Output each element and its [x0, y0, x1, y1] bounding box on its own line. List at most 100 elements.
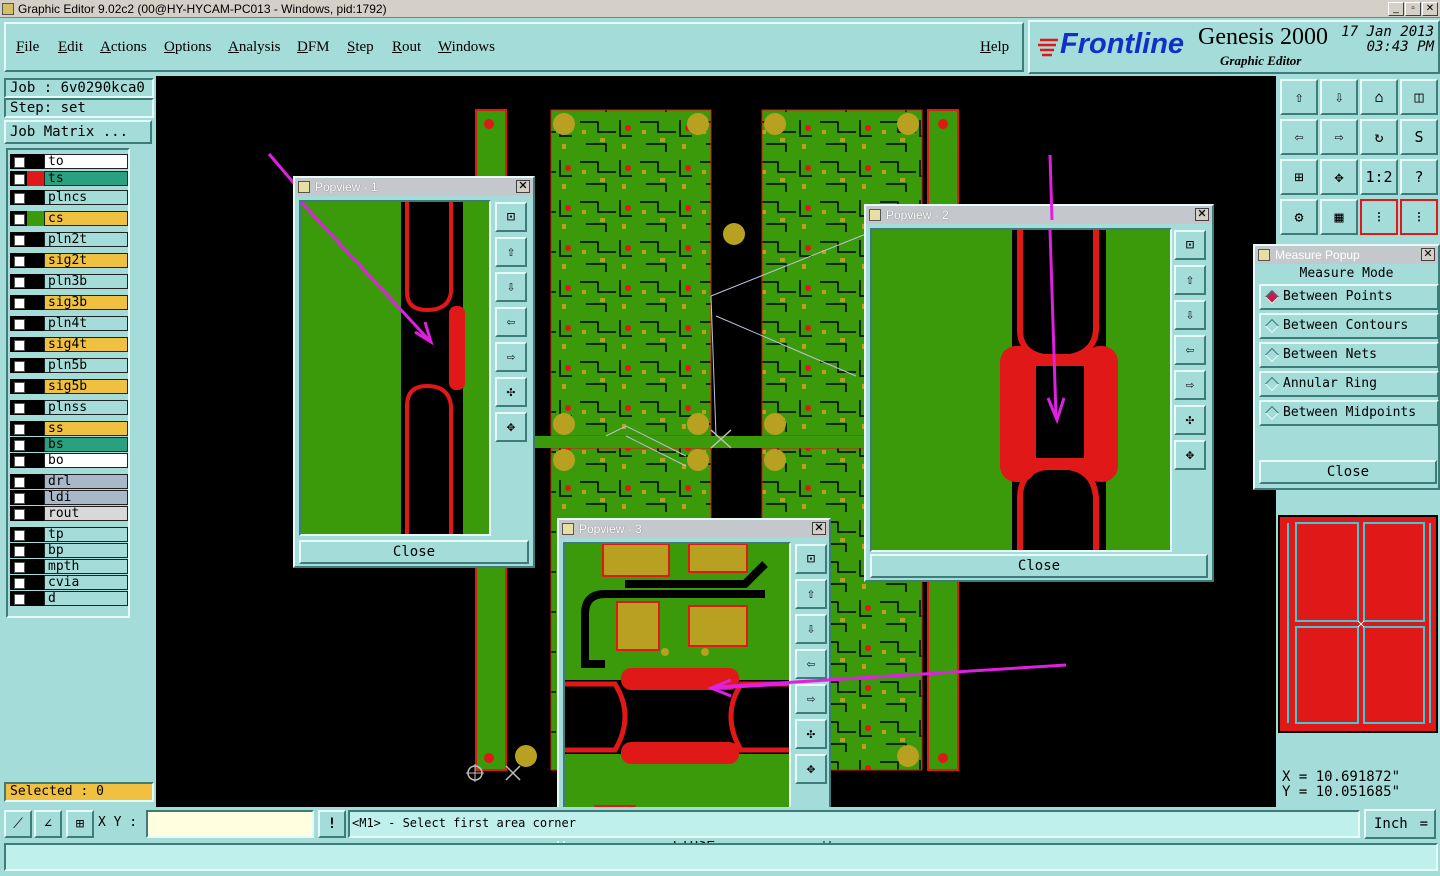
popview-3-close-icon[interactable]: ✕: [812, 522, 826, 535]
layer-row-mpth[interactable]: mpth: [10, 559, 128, 574]
pan-left-icon[interactable]: ⇦: [495, 307, 527, 337]
popview-1-close-icon[interactable]: ✕: [516, 180, 530, 193]
pan-down-tool-icon[interactable]: ⇩: [1320, 79, 1358, 115]
popview-3-titlebar[interactable]: Popview - 3 ✕: [559, 520, 829, 538]
grid-icon[interactable]: ▦: [1320, 199, 1358, 235]
popview-1-titlebar[interactable]: Popview - 1 ✕: [295, 178, 533, 196]
pan-down-icon[interactable]: ⇩: [1174, 300, 1206, 330]
layer-row-bo[interactable]: bo: [10, 453, 128, 468]
layer-row-sig3b[interactable]: sig3b: [10, 295, 128, 310]
zoom-out-icon[interactable]: ✥: [795, 754, 827, 784]
layer-checkbox[interactable]: [10, 400, 27, 415]
mirror-icon[interactable]: S: [1400, 119, 1438, 155]
layer-checkbox[interactable]: [10, 358, 27, 373]
layer-row-ldi[interactable]: ldi: [10, 490, 128, 505]
pan-right-tool-icon[interactable]: ⇨: [1320, 119, 1358, 155]
layer-row-pln5b[interactable]: pln5b: [10, 358, 128, 373]
layer-row-rout[interactable]: rout: [10, 506, 128, 521]
layer-row-ts[interactable]: ts: [10, 171, 128, 186]
layer-checkbox[interactable]: [10, 253, 27, 268]
menu-edit[interactable]: Edit: [58, 39, 83, 56]
pan-up-icon[interactable]: ⇧: [795, 579, 827, 609]
layer-row-cs[interactable]: cs: [10, 211, 128, 226]
pan-right-icon[interactable]: ⇨: [1174, 370, 1206, 400]
layer-row-plnss[interactable]: plnss: [10, 400, 128, 415]
popview-1-view[interactable]: [299, 200, 491, 536]
zoom-in-icon[interactable]: ✣: [495, 377, 527, 407]
popview-2-close-button[interactable]: Close: [870, 554, 1208, 578]
zoom-out-icon[interactable]: ✥: [495, 412, 527, 442]
layer-checkbox[interactable]: [10, 337, 27, 352]
mode-between-contours[interactable]: Between Contours: [1259, 313, 1439, 339]
layer-row-pln3b[interactable]: pln3b: [10, 274, 128, 289]
net-snap-icon[interactable]: ⁝: [1360, 199, 1398, 235]
pan-left-tool-icon[interactable]: ⇦: [1280, 119, 1318, 155]
layer-checkbox[interactable]: [10, 474, 27, 489]
mode-between-midpoints[interactable]: Between Midpoints: [1259, 400, 1439, 426]
layer-checkbox[interactable]: [10, 527, 27, 542]
layer-snap-icon[interactable]: ⁝: [1400, 199, 1438, 235]
menu-options[interactable]: Options: [164, 39, 212, 56]
menu-step[interactable]: Step: [347, 39, 374, 56]
measure-popup-titlebar[interactable]: Measure Popup ✕: [1255, 246, 1438, 264]
pan-down-icon[interactable]: ⇩: [795, 614, 827, 644]
window-split-icon[interactable]: ◫: [1400, 79, 1438, 115]
layer-row-drl[interactable]: drl: [10, 474, 128, 489]
scale-one-to-two-icon[interactable]: 1:2: [1360, 159, 1398, 195]
layer-checkbox[interactable]: [10, 506, 27, 521]
zoom-fit-icon[interactable]: ⊡: [795, 544, 827, 574]
layer-checkbox[interactable]: [10, 316, 27, 331]
layer-checkbox[interactable]: [10, 274, 27, 289]
layer-row-sig5b[interactable]: sig5b: [10, 379, 128, 394]
zoom-in-icon[interactable]: ✣: [795, 719, 827, 749]
close-window-button[interactable]: ✕: [1422, 2, 1438, 16]
zoom-in-icon[interactable]: ✣: [1174, 405, 1206, 435]
snap-mode-icon[interactable]: ⟋: [4, 810, 32, 838]
panel-overview-map[interactable]: [1278, 515, 1438, 733]
layer-row-to[interactable]: to: [10, 154, 128, 169]
layer-checkbox[interactable]: [10, 543, 27, 558]
popview-2-titlebar[interactable]: Popview - 2 ✕: [866, 206, 1212, 224]
layer-row-d[interactable]: d: [10, 591, 128, 606]
menu-actions[interactable]: Actions: [100, 39, 147, 56]
minimize-button[interactable]: _: [1388, 2, 1404, 16]
menu-dfm[interactable]: DFM: [297, 39, 330, 56]
layer-row-bs[interactable]: bs: [10, 437, 128, 452]
layer-row-bp[interactable]: bp: [10, 543, 128, 558]
alert-icon[interactable]: !: [318, 810, 346, 838]
layer-checkbox[interactable]: [10, 453, 27, 468]
zoom-out-icon[interactable]: ✥: [1174, 440, 1206, 470]
pan-right-icon[interactable]: ⇨: [495, 342, 527, 372]
layer-checkbox[interactable]: [10, 171, 27, 186]
layer-checkbox[interactable]: [10, 490, 27, 505]
grid-snap-icon[interactable]: ⊞: [66, 810, 94, 838]
layer-row-tp[interactable]: tp: [10, 527, 128, 542]
layer-checkbox[interactable]: [10, 379, 27, 394]
zoom-fit-icon[interactable]: ⊡: [1174, 230, 1206, 260]
help-icon[interactable]: ?: [1400, 159, 1438, 195]
maximize-button[interactable]: ▫: [1405, 2, 1421, 16]
menu-windows[interactable]: Windows: [438, 39, 495, 56]
menu-analysis[interactable]: Analysis: [228, 39, 281, 56]
layer-checkbox[interactable]: [10, 232, 27, 247]
measure-close-button[interactable]: Close: [1259, 460, 1437, 484]
layer-row-sig2t[interactable]: sig2t: [10, 253, 128, 268]
layer-checkbox[interactable]: [10, 190, 27, 205]
layer-row-pln2t[interactable]: pln2t: [10, 232, 128, 247]
zoom-box-icon[interactable]: ⊞: [1280, 159, 1318, 195]
layer-checkbox[interactable]: [10, 591, 27, 606]
pan-down-icon[interactable]: ⇩: [495, 272, 527, 302]
measure-popup-close-icon[interactable]: ✕: [1421, 248, 1435, 261]
layer-row-ss[interactable]: ss: [10, 421, 128, 436]
layer-checkbox[interactable]: [10, 211, 27, 226]
rotate-icon[interactable]: ↻: [1360, 119, 1398, 155]
layer-row-plncs[interactable]: plncs: [10, 190, 128, 205]
zoom-center-icon[interactable]: ✥: [1320, 159, 1358, 195]
layer-row-cvia[interactable]: cvia: [10, 575, 128, 590]
home-icon[interactable]: ⌂: [1360, 79, 1398, 115]
mode-annular-ring[interactable]: Annular Ring: [1259, 371, 1439, 397]
pan-up-icon[interactable]: ⇧: [1174, 265, 1206, 295]
pan-up-icon[interactable]: ⇧: [495, 237, 527, 267]
popview-1-close-button[interactable]: Close: [299, 540, 529, 564]
settings-icon[interactable]: ⚙: [1280, 199, 1318, 235]
